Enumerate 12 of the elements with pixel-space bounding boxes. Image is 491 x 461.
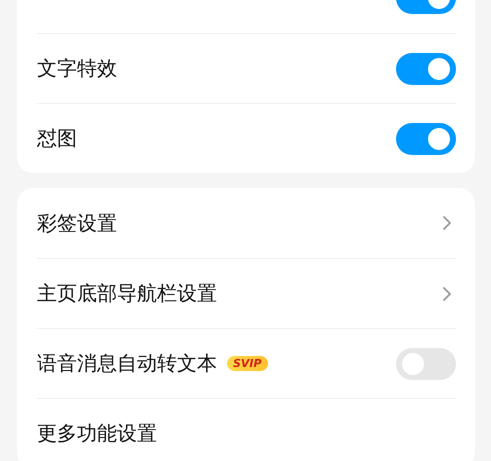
chevron-right-icon[interactable] <box>442 286 452 302</box>
toggle-switch[interactable] <box>396 122 456 154</box>
setting-label: 怼图 <box>37 125 77 152</box>
setting-label: 彩签设置 <box>37 210 117 236</box>
toggle-switch[interactable] <box>396 348 456 380</box>
setting-label: 语音消息自动转文本 <box>37 350 217 377</box>
toggle-switch[interactable] <box>396 52 456 84</box>
svip-badge: SVIP <box>227 356 268 371</box>
setting-label: 主页底部导航栏设置 <box>37 280 217 307</box>
setting-label: 文字特效 <box>37 55 117 82</box>
chevron-right-icon[interactable] <box>442 215 452 231</box>
setting-label: 更多功能设置 <box>37 420 157 447</box>
